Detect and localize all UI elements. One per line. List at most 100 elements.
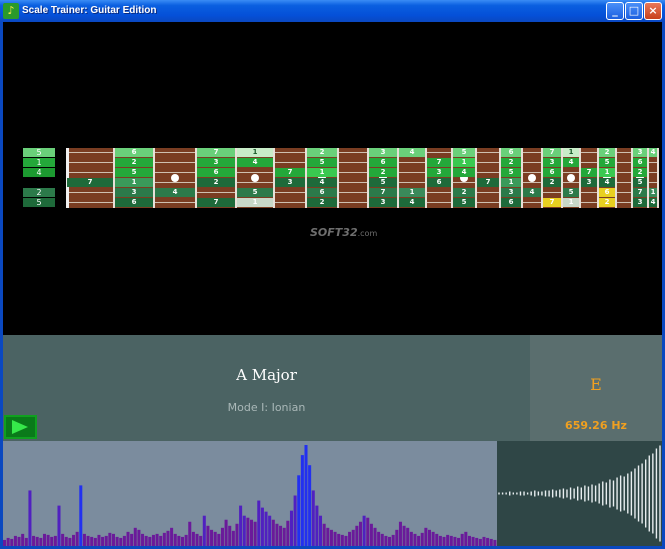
spectrum-bar bbox=[93, 537, 97, 546]
fret-note[interactable]: 3 bbox=[633, 198, 647, 207]
fret-note[interactable]: 7 bbox=[197, 198, 235, 207]
fret-note[interactable]: 4 bbox=[453, 168, 475, 177]
fret-note[interactable]: 7 bbox=[369, 188, 397, 197]
spectrum-bar bbox=[300, 455, 304, 546]
fret-note[interactable]: 4 bbox=[523, 188, 541, 197]
fret-note[interactable]: 6 bbox=[501, 198, 521, 207]
fret-note[interactable]: 3 bbox=[581, 178, 597, 187]
fret-note[interactable]: 1 bbox=[599, 168, 615, 177]
fret-note[interactable]: 6 bbox=[115, 148, 153, 157]
fret-note[interactable]: 3 bbox=[543, 158, 561, 167]
fret-note[interactable]: 7 bbox=[275, 168, 305, 177]
fret-note[interactable]: 3 bbox=[633, 148, 647, 157]
fret-note[interactable]: 3 bbox=[275, 178, 305, 187]
fret-note[interactable]: 4 bbox=[307, 178, 337, 187]
fret-note[interactable]: 1 bbox=[501, 178, 521, 187]
fret-note[interactable]: 5 bbox=[237, 188, 273, 197]
fret-note[interactable]: 3 bbox=[427, 168, 451, 177]
spectrum-bar bbox=[206, 525, 210, 546]
fret-note[interactable]: 7 bbox=[67, 178, 113, 187]
fret-note[interactable]: 6 bbox=[501, 148, 521, 157]
string-legend: 5 1 4 2 5 bbox=[23, 148, 55, 208]
fret-note[interactable]: 1 bbox=[563, 148, 579, 157]
fret-note[interactable]: 7 bbox=[197, 148, 235, 157]
maximize-button[interactable]: □ bbox=[625, 2, 643, 20]
spectrum-bar bbox=[304, 445, 308, 546]
fret-note[interactable]: 2 bbox=[453, 188, 475, 197]
fret-note[interactable]: 3 bbox=[197, 158, 235, 167]
spectrum-bar bbox=[46, 534, 50, 546]
fret-note[interactable]: 5 bbox=[307, 158, 337, 167]
fret-note[interactable]: 2 bbox=[501, 158, 521, 167]
fret-note[interactable]: 4 bbox=[399, 148, 425, 157]
fret-note[interactable]: 3 bbox=[369, 148, 397, 157]
fret-note[interactable]: 6 bbox=[633, 158, 647, 167]
spectrum-bar bbox=[184, 534, 188, 546]
guitar-neck[interactable]: 6712345671234234567123456567123456712712… bbox=[66, 148, 659, 208]
play-button[interactable] bbox=[4, 415, 37, 439]
fret-note[interactable]: 3 bbox=[501, 188, 521, 197]
title-bar[interactable]: ♪ Scale Trainer: Guitar Edition _ □ × bbox=[0, 0, 665, 22]
fret-note[interactable]: 6 bbox=[599, 188, 615, 197]
scale-info-panel: A Major Mode I: Ionian bbox=[3, 335, 530, 441]
fret-note[interactable]: 7 bbox=[633, 188, 647, 197]
fret-note[interactable]: 2 bbox=[369, 168, 397, 177]
fret-note[interactable]: 1 bbox=[649, 188, 657, 197]
fret-note[interactable]: 5 bbox=[115, 168, 153, 177]
spectrum-bar bbox=[68, 537, 72, 546]
fret-note[interactable]: 2 bbox=[633, 168, 647, 177]
fret-note[interactable]: 2 bbox=[197, 178, 235, 187]
spectrum-bar bbox=[489, 538, 493, 546]
fret-note[interactable]: 1 bbox=[453, 158, 475, 167]
fret-note[interactable]: 2 bbox=[307, 198, 337, 207]
fret-note[interactable]: 6 bbox=[543, 168, 561, 177]
fret-note[interactable]: 5 bbox=[599, 158, 615, 167]
fret-note[interactable]: 6 bbox=[369, 158, 397, 167]
fret-note[interactable]: 1 bbox=[115, 178, 153, 187]
fret-note[interactable]: 5 bbox=[453, 198, 475, 207]
minimize-button[interactable]: _ bbox=[606, 2, 624, 20]
fret-note[interactable]: 4 bbox=[563, 158, 579, 167]
fret-note[interactable]: 7 bbox=[477, 178, 499, 187]
fret-note[interactable]: 7 bbox=[427, 158, 451, 167]
window-title: Scale Trainer: Guitar Edition bbox=[22, 5, 157, 16]
fret-note[interactable]: 4 bbox=[599, 178, 615, 187]
fret-note[interactable]: 1 bbox=[237, 148, 273, 157]
play-icon bbox=[12, 420, 28, 434]
window-frame-left bbox=[0, 22, 3, 549]
spectrum-bar bbox=[242, 515, 246, 546]
fret-note[interactable]: 6 bbox=[115, 198, 153, 207]
fret-note[interactable]: 5 bbox=[563, 188, 579, 197]
fret-note[interactable]: 4 bbox=[237, 158, 273, 167]
fret-note[interactable]: 5 bbox=[633, 178, 647, 187]
fret-note[interactable]: 1 bbox=[563, 198, 579, 207]
fret-note[interactable]: 7 bbox=[543, 148, 561, 157]
fret-note[interactable]: 3 bbox=[115, 188, 153, 197]
fret-note[interactable]: 6 bbox=[427, 178, 451, 187]
fret-note[interactable]: 2 bbox=[307, 148, 337, 157]
fret-note[interactable]: 2 bbox=[543, 178, 561, 187]
fret-note[interactable]: 3 bbox=[369, 198, 397, 207]
fret-note[interactable]: 2 bbox=[599, 148, 615, 157]
spectrum-bar bbox=[10, 538, 14, 546]
fret-note[interactable]: 2 bbox=[599, 198, 615, 207]
fret-note[interactable]: 4 bbox=[649, 198, 657, 207]
spectrum-bar bbox=[13, 535, 17, 546]
fret-note[interactable]: 1 bbox=[237, 198, 273, 207]
fret-note[interactable]: 4 bbox=[155, 188, 195, 197]
fret-note[interactable]: 5 bbox=[369, 178, 397, 187]
fret-note[interactable]: 5 bbox=[453, 148, 475, 157]
fret-note[interactable]: 6 bbox=[197, 168, 235, 177]
fret-note[interactable]: 4 bbox=[399, 198, 425, 207]
fret-note[interactable]: 2 bbox=[115, 158, 153, 167]
fret-note[interactable]: 7 bbox=[581, 168, 597, 177]
fret-note[interactable]: 1 bbox=[399, 188, 425, 197]
close-button[interactable]: × bbox=[644, 2, 662, 20]
spectrum-bar bbox=[228, 525, 232, 546]
fret-note[interactable]: 6 bbox=[307, 188, 337, 197]
spectrum-bar bbox=[253, 521, 257, 546]
fret-note[interactable]: 4 bbox=[649, 148, 657, 157]
fret-note[interactable]: 7 bbox=[543, 198, 561, 207]
fret-note[interactable]: 5 bbox=[501, 168, 521, 177]
fret-note[interactable]: 1 bbox=[307, 168, 337, 177]
